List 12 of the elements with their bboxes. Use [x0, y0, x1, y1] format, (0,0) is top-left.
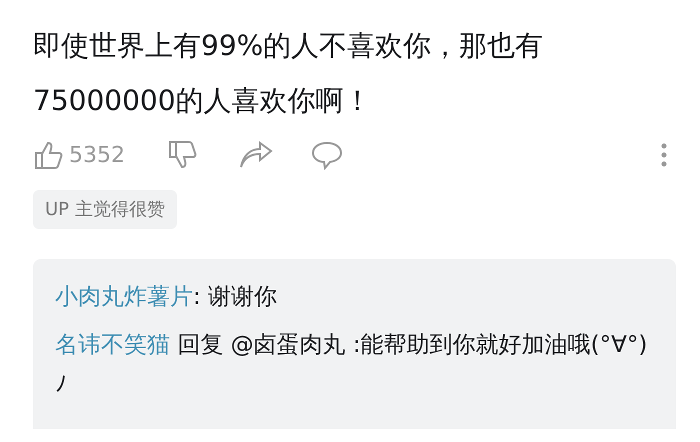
thumbs-down-icon[interactable] [167, 139, 199, 171]
reply-author-link[interactable]: 小肉丸炸薯片 [55, 284, 193, 310]
reply-text: 小肉丸炸薯片: 谢谢你 [55, 283, 278, 312]
more-icon[interactable] [660, 142, 668, 168]
comment-text: 即使世界上有99%的人不喜欢你，那也有75000000的人喜欢你啊！ [33, 28, 544, 119]
thumbs-up-icon [33, 139, 65, 171]
reply-author-link[interactable]: 名讳不笑猫 [55, 332, 170, 358]
share-icon[interactable] [239, 141, 273, 169]
comment-icon[interactable] [311, 140, 343, 170]
up-liked-badge: UP 主觉得很赞 [33, 190, 177, 229]
like-button[interactable]: 5352 [33, 138, 125, 172]
reply-text: 名讳不笑猫 回复 @卤蛋肉丸 :能帮助到你就好加油哦(°∀°)ﾉ [55, 331, 648, 400]
